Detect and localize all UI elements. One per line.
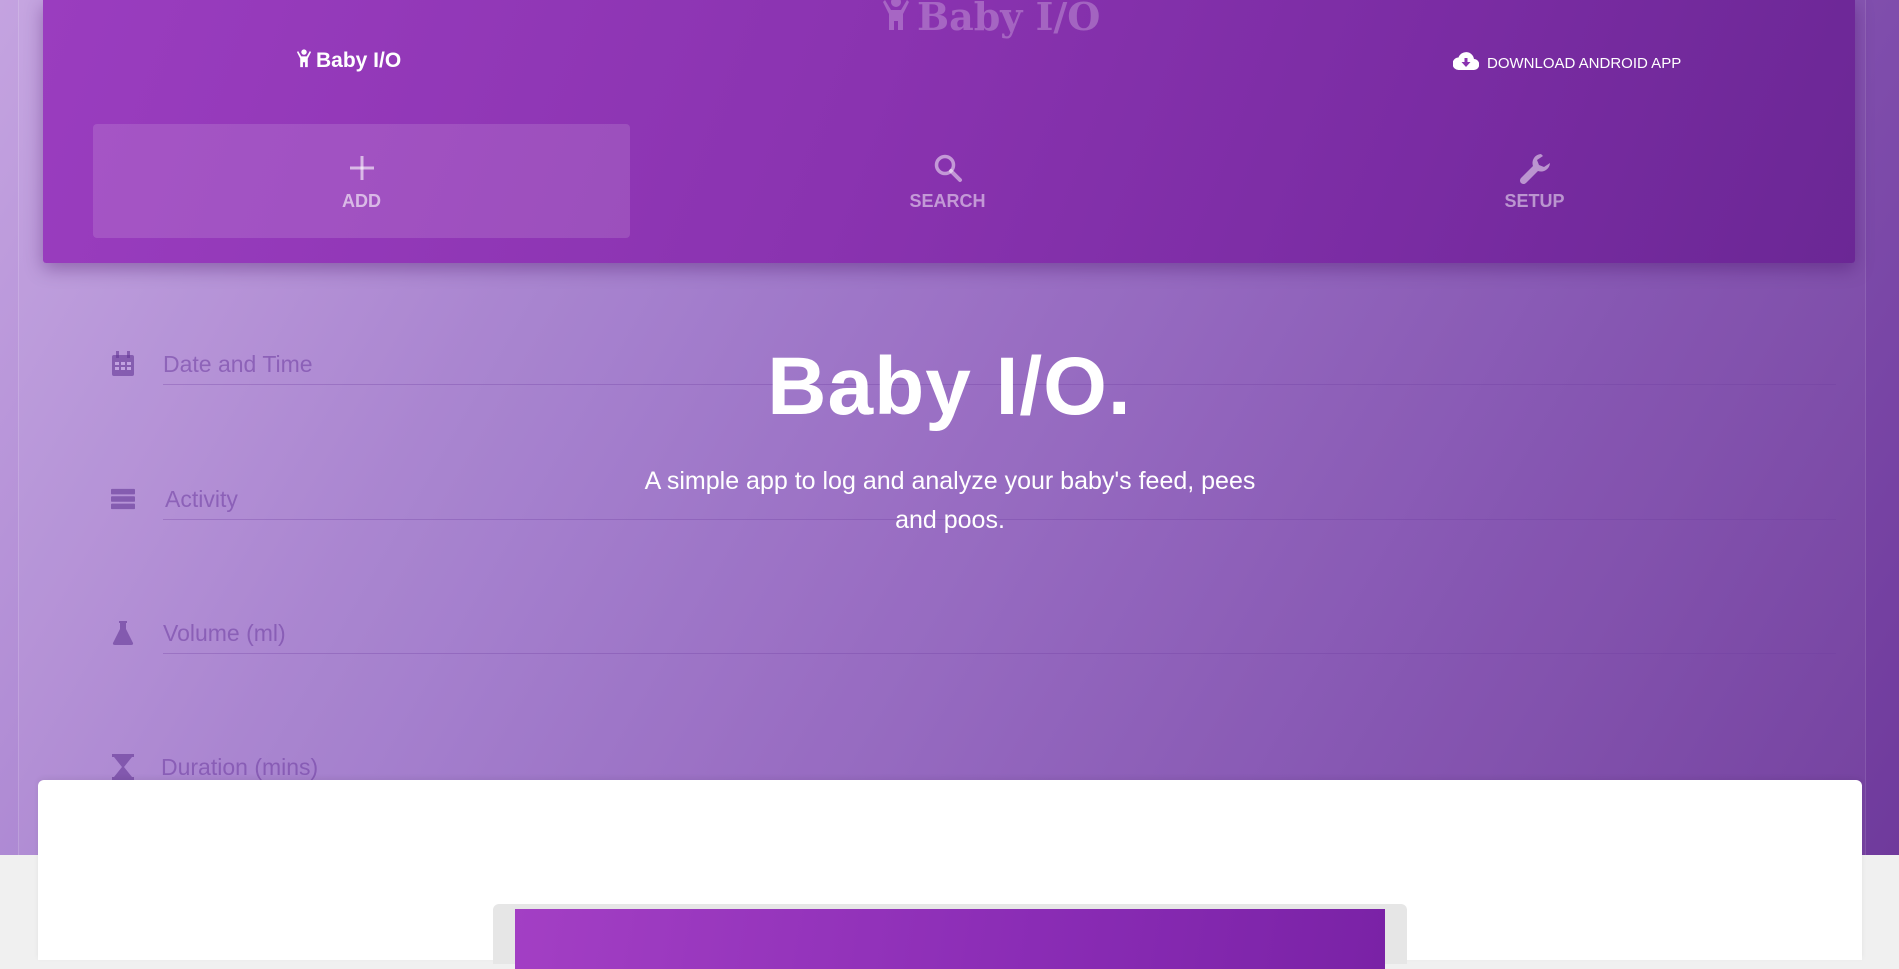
download-label: DOWNLOAD ANDROID APP bbox=[1487, 54, 1682, 72]
list-icon bbox=[111, 486, 135, 512]
wrench-icon bbox=[1517, 151, 1553, 185]
plus-icon bbox=[349, 151, 375, 185]
download-android-app-link[interactable]: DOWNLOAD ANDROID APP bbox=[1452, 52, 1682, 74]
field-label: Volume (ml) bbox=[163, 620, 286, 646]
field-label: Activity bbox=[165, 486, 238, 512]
cloud-download-icon bbox=[1452, 52, 1480, 74]
app-bar: Baby I/O Baby I/O DOWNLOAD ANDROID APP A… bbox=[43, 0, 1855, 263]
baby-icon bbox=[297, 48, 311, 74]
tab-label: SEARCH bbox=[909, 190, 986, 211]
page-subtitle: A simple app to log and analyze your bab… bbox=[644, 467, 1256, 534]
field-label: Duration (mins) bbox=[161, 754, 319, 780]
hourglass-icon bbox=[111, 754, 135, 780]
page-title: Baby I/O. bbox=[767, 341, 1132, 432]
tab-add[interactable]: ADD bbox=[93, 124, 630, 238]
field-volume[interactable]: Volume (ml) bbox=[111, 612, 1836, 654]
ghost-logo: Baby I/O bbox=[883, 0, 1101, 39]
flask-icon bbox=[111, 620, 135, 646]
content-panel bbox=[38, 780, 1862, 969]
nav-tabs: ADD SEARCH SETUP bbox=[93, 124, 1841, 239]
field-underline bbox=[163, 653, 1836, 654]
hero-section: Date and Time Activity Volume (ml) Durat… bbox=[0, 0, 1899, 855]
brand-link[interactable]: Baby I/O bbox=[297, 48, 401, 74]
tab-setup[interactable]: SETUP bbox=[1266, 124, 1803, 238]
brand-label: Baby I/O bbox=[316, 49, 402, 72]
tab-label: ADD bbox=[342, 190, 381, 211]
ghost-logo-text: Baby I/O bbox=[917, 0, 1101, 39]
tab-label: SETUP bbox=[1504, 190, 1565, 211]
device-preview-frame bbox=[493, 904, 1407, 969]
search-icon bbox=[933, 151, 963, 185]
tab-search[interactable]: SEARCH bbox=[679, 124, 1216, 238]
device-preview-screen bbox=[515, 909, 1385, 969]
baby-icon bbox=[883, 0, 909, 39]
